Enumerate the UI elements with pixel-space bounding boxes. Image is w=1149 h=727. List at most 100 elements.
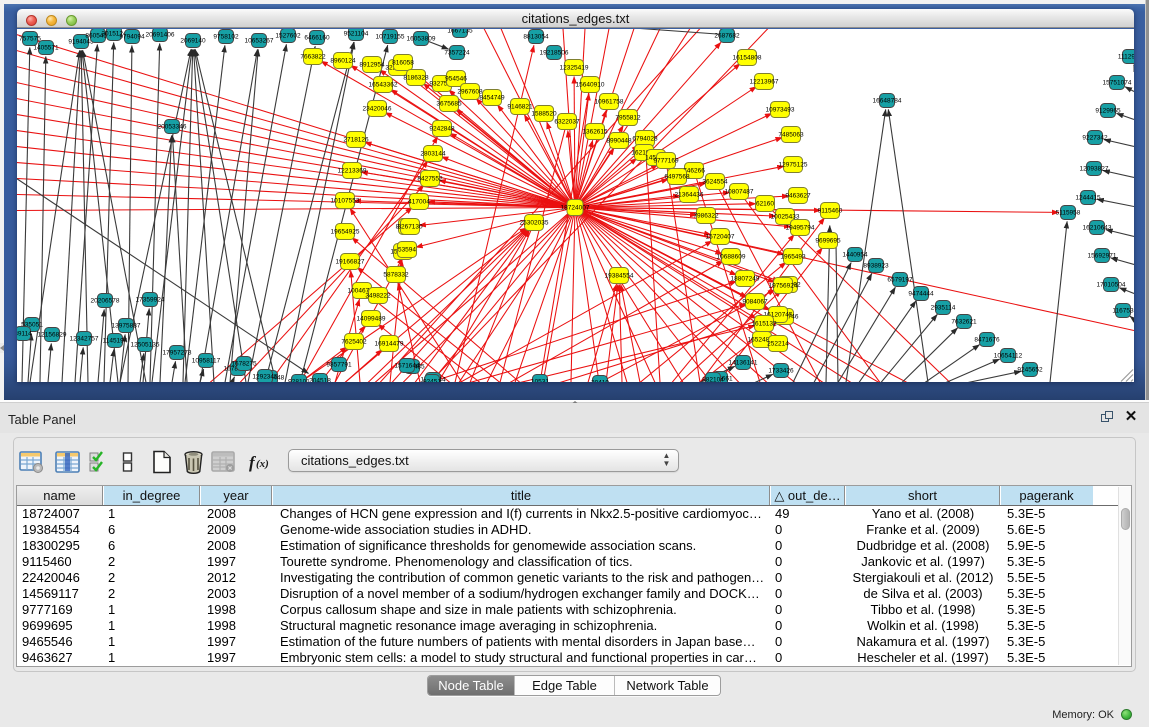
svg-text:17359924: 17359924	[136, 297, 165, 304]
svg-text:1588520: 1588520	[531, 111, 557, 118]
svg-text:6579197: 6579197	[887, 277, 913, 284]
svg-text:8990448: 8990448	[606, 138, 632, 145]
svg-text:9242848: 9242848	[429, 126, 455, 133]
svg-text:10958117: 10958117	[192, 358, 221, 365]
svg-text:10654112: 10654112	[994, 353, 1023, 360]
svg-text:17010504: 17010504	[1097, 282, 1126, 289]
svg-text:15720407: 15720407	[706, 234, 735, 241]
svg-text:16914479: 16914479	[375, 341, 404, 348]
svg-text:1527602: 1527602	[275, 33, 301, 40]
svg-text:116753: 116753	[1112, 308, 1134, 315]
svg-text:10973493: 10973493	[766, 107, 795, 114]
svg-text:9146821: 9146821	[507, 104, 533, 111]
svg-text:2687682: 2687682	[714, 33, 740, 40]
svg-text:928101: 928101	[288, 379, 310, 383]
svg-text:816058: 816058	[392, 60, 414, 67]
svg-text:13975887: 13975887	[112, 323, 141, 330]
svg-text:3624554: 3624554	[702, 179, 728, 186]
svg-text:8471676: 8471676	[974, 337, 1000, 344]
svg-text:9463627: 9463627	[785, 193, 811, 200]
svg-text:16648784: 16648784	[873, 98, 902, 105]
svg-text:19166827: 19166827	[336, 259, 365, 266]
svg-text:19218506: 19218506	[540, 50, 569, 57]
svg-text:25302035: 25302035	[520, 220, 549, 227]
svg-text:9857791: 9857791	[326, 362, 352, 369]
svg-text:8186328: 8186328	[403, 75, 429, 82]
svg-text:16210643: 16210643	[1083, 225, 1112, 232]
svg-text:882104: 882104	[702, 377, 724, 383]
svg-text:19756924: 19756924	[769, 283, 798, 290]
svg-text:9699695: 9699695	[815, 238, 841, 245]
svg-text:14136141: 14136141	[729, 360, 758, 367]
svg-text:8427552: 8427552	[417, 176, 443, 183]
svg-text:10531: 10531	[531, 379, 549, 383]
svg-text:10653267: 10653267	[245, 38, 274, 45]
svg-text:15640910: 15640910	[576, 82, 605, 89]
svg-text:12093827: 12093827	[1080, 166, 1109, 173]
svg-text:8813054: 8813054	[523, 34, 549, 41]
svg-text:3498222: 3498222	[365, 293, 391, 300]
svg-text:6497568: 6497568	[664, 174, 690, 181]
svg-text:2069140: 2069140	[180, 38, 206, 45]
svg-text:1667135: 1667135	[447, 29, 473, 35]
svg-text:5115958: 5115958	[1056, 210, 1081, 217]
svg-text:9084067: 9084067	[742, 299, 768, 306]
svg-text:9245652: 9245652	[1017, 367, 1043, 374]
svg-text:15692971: 15692971	[1088, 253, 1117, 260]
svg-text:10961758: 10961758	[595, 99, 624, 106]
svg-text:8938923: 8938923	[863, 263, 889, 270]
svg-text:9129965: 9129965	[1095, 108, 1121, 115]
svg-text:17957273: 17957273	[163, 350, 192, 357]
svg-text:14099489: 14099489	[357, 316, 386, 323]
svg-text:1571644: 1571644	[394, 363, 420, 370]
svg-text:417004: 417004	[408, 199, 430, 206]
svg-text:9521104: 9521104	[344, 31, 369, 38]
svg-text:7485063: 7485063	[778, 132, 804, 139]
svg-text:12156829: 12156829	[38, 332, 67, 339]
svg-text:1678275: 1678275	[231, 361, 257, 368]
svg-text:21364436: 21364436	[675, 192, 704, 199]
svg-text:92451: 92451	[423, 379, 441, 383]
svg-text:252214: 252214	[767, 341, 789, 348]
svg-text:7625402: 7625402	[341, 339, 367, 346]
svg-text:8454749: 8454749	[479, 95, 505, 102]
svg-text:3675685: 3675685	[436, 101, 462, 108]
svg-text:9115460: 9115460	[818, 208, 843, 215]
svg-text:20206578: 20206578	[91, 298, 120, 305]
svg-text:1733426: 1733426	[768, 368, 794, 375]
svg-text:12975125: 12975125	[779, 162, 808, 169]
svg-text:7986322: 7986322	[693, 213, 719, 220]
svg-text:10807487: 10807487	[725, 189, 754, 196]
svg-text:9474444: 9474444	[908, 291, 934, 298]
svg-text:(x): (x)	[256, 458, 269, 470]
svg-text:1112953: 1112953	[1118, 54, 1134, 61]
svg-text:7663822: 7663822	[300, 54, 326, 61]
svg-text:12342757: 12342757	[70, 336, 99, 343]
svg-text:2803144: 2803144	[420, 151, 446, 158]
svg-text:8960124: 8960124	[330, 58, 356, 65]
svg-text:5878332: 5878332	[383, 272, 409, 279]
svg-text:1145194: 1145194	[103, 338, 128, 345]
svg-text:18724007: 18724007	[561, 205, 590, 212]
svg-text:39114: 39114	[17, 331, 32, 338]
svg-text:3267130: 3267130	[397, 224, 423, 231]
svg-text:10688609: 10688609	[717, 254, 746, 261]
svg-text:9227342: 9227342	[1082, 135, 1108, 142]
svg-text:954546: 954546	[445, 76, 467, 83]
svg-text:7955812: 7955812	[615, 115, 641, 122]
svg-text:1405571: 1405571	[33, 45, 59, 52]
svg-text:23420046: 23420046	[363, 106, 392, 113]
svg-text:1440954: 1440954	[842, 252, 868, 259]
svg-text:2718126: 2718126	[343, 137, 369, 144]
svg-text:1362615: 1362615	[582, 129, 608, 136]
svg-text:7632621: 7632621	[951, 319, 977, 326]
svg-text:19654925: 19654925	[331, 229, 360, 236]
svg-text:16154808: 16154808	[733, 55, 762, 62]
svg-text:12505135: 12505135	[131, 342, 160, 349]
svg-text:10719155: 10719155	[376, 34, 405, 41]
svg-text:7357224: 7357224	[444, 50, 470, 57]
svg-text:757575: 757575	[19, 36, 41, 43]
svg-text:20691406: 20691406	[146, 32, 175, 39]
svg-text:204518: 204518	[309, 378, 331, 383]
svg-text:12213369: 12213369	[338, 168, 367, 175]
